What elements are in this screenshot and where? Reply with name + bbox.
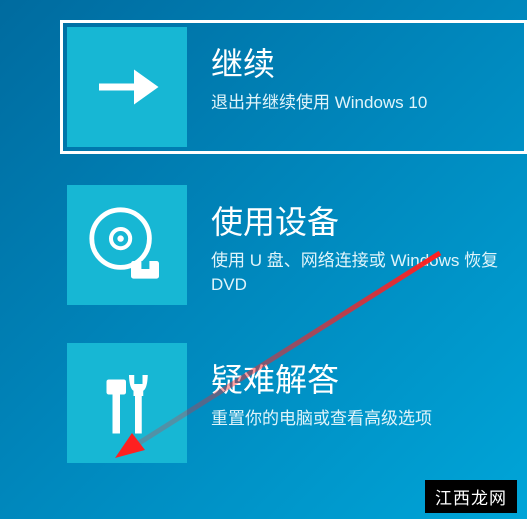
continue-subtitle: 退出并继续使用 Windows 10	[211, 91, 427, 115]
troubleshoot-option[interactable]: 疑难解答 重置你的电脑或查看高级选项	[60, 336, 527, 470]
watermark-label: 江西龙网	[425, 480, 517, 513]
continue-title: 继续	[211, 39, 427, 85]
use-device-text: 使用设备 使用 U 盘、网络连接或 Windows 恢复 DVD	[187, 185, 520, 297]
use-device-subtitle: 使用 U 盘、网络连接或 Windows 恢复 DVD	[211, 249, 520, 297]
troubleshoot-subtitle: 重置你的电脑或查看高级选项	[211, 407, 432, 431]
continue-option[interactable]: 继续 退出并继续使用 Windows 10	[60, 20, 527, 154]
troubleshoot-text: 疑难解答 重置你的电脑或查看高级选项	[187, 343, 432, 431]
troubleshoot-icon-box	[67, 343, 187, 463]
continue-icon-box	[67, 27, 187, 147]
continue-text: 继续 退出并继续使用 Windows 10	[187, 27, 427, 115]
tools-icon	[90, 366, 165, 441]
use-device-icon-box	[67, 185, 187, 305]
use-device-title: 使用设备	[211, 197, 520, 243]
use-device-option[interactable]: 使用设备 使用 U 盘、网络连接或 Windows 恢复 DVD	[60, 178, 527, 312]
disc-icon	[87, 205, 167, 285]
arrow-right-icon	[92, 52, 162, 122]
troubleshoot-title: 疑难解答	[211, 355, 432, 401]
